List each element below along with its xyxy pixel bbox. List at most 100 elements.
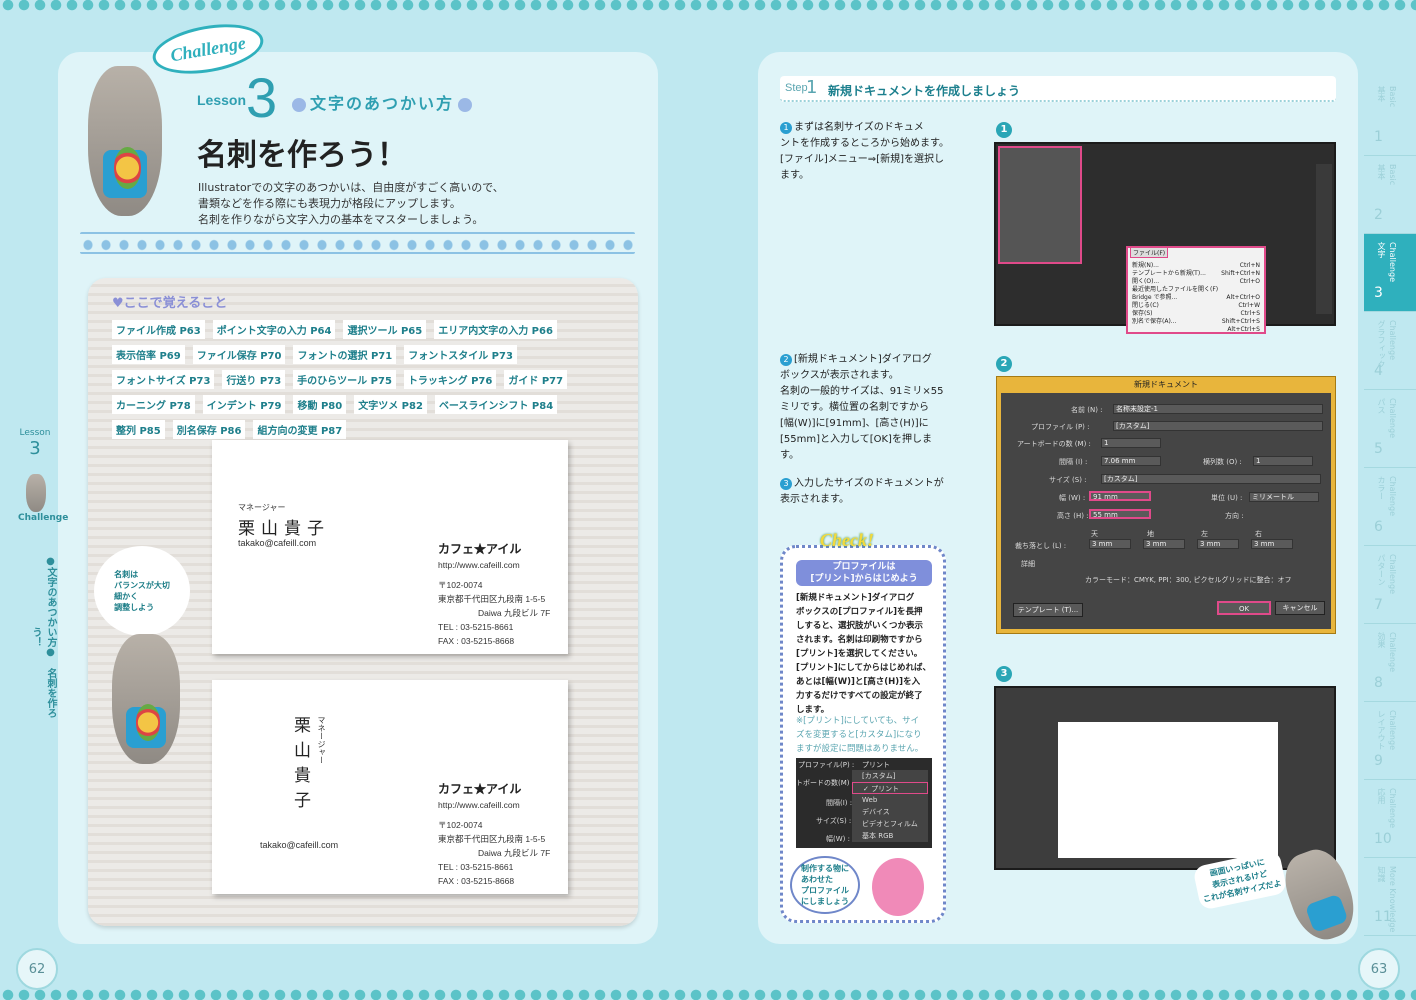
pig-mascot: [872, 858, 924, 916]
card-company: カフェ★アイル: [438, 782, 522, 796]
columns-input[interactable]: 1: [1253, 456, 1313, 466]
card-name: 栗山貴子: [291, 716, 310, 816]
top-border: [0, 0, 1416, 22]
figure-number: 3: [996, 666, 1012, 682]
menu-item[interactable]: 開く(O)... Ctrl+O: [1132, 278, 1260, 286]
profile-option[interactable]: デバイス: [852, 806, 928, 818]
profile-select[interactable]: [カスタム]: [1113, 421, 1323, 431]
topic-tags: ファイル作成 P63 ポイント文字の入力 P64 選択ツール P65 エリア内文字の入…: [112, 320, 592, 439]
chapter-tab[interactable]: Challenge カラー 6: [1364, 468, 1416, 546]
bleed-bottom[interactable]: 3 mm: [1143, 539, 1185, 549]
page-title: 名刺を作ろう！: [197, 138, 407, 173]
topic-tag: 表示倍率 P69: [112, 345, 185, 364]
chapter-tab[interactable]: Challenge 文字 3: [1364, 234, 1416, 312]
topic-tag: 選択ツール P65: [343, 320, 427, 339]
chapter-tab[interactable]: Basic 基本 2: [1364, 156, 1416, 234]
card-role: マネージャー: [317, 716, 326, 764]
topic-tag: 手のひらツール P75: [293, 370, 396, 389]
topic-tag: フォントの選択 P71: [293, 345, 397, 364]
screenshot-new-document: [994, 686, 1336, 870]
profile-option[interactable]: 基本 RGB: [852, 830, 928, 842]
menu-item[interactable]: テンプレートから新規(T)... Shift+Ctrl+N: [1132, 270, 1260, 278]
mascot-image: [88, 66, 162, 216]
profile-option[interactable]: ビデオとフィルム: [852, 818, 928, 830]
menu-item[interactable]: 閉じる(C) Ctrl+W: [1132, 302, 1260, 310]
page-number: 62: [16, 948, 58, 990]
template-button[interactable]: テンプレート (T)...: [1013, 603, 1083, 617]
instruction-3: 3 入力したサイズのドキュメントが 表示されます。: [780, 478, 944, 505]
menu-item[interactable]: Bridge で参照... Alt+Ctrl+O: [1132, 294, 1260, 302]
instruction-2: 2 [新規ドキュメント]ダイアログ ボックスが表示されます。 名刺の一般的サイズは、9…: [780, 354, 944, 461]
profile-option[interactable]: [カスタム]: [852, 770, 928, 782]
menu-item[interactable]: 別名で保存(A)... Shift+Ctrl+S: [1132, 318, 1260, 326]
card-company: カフェ★アイル: [438, 542, 522, 556]
business-card-horizontal: マネージャー 栗山貴子 takako@cafeill.com カフェ★アイル h…: [212, 440, 568, 654]
check-title: Check!: [820, 530, 874, 550]
intro-text: Illustratorでの文字のあつかいは、自由度がすごく高いので、 書類などを作…: [198, 181, 504, 226]
height-input[interactable]: 55 mm: [1089, 509, 1151, 519]
chapter-tab[interactable]: Challenge レイアウト 9: [1364, 702, 1416, 780]
topic-tag: 組方向の変更 P87: [253, 420, 347, 439]
chapter-tab[interactable]: Challenge グラフィック 4: [1364, 312, 1416, 390]
topic-tag: 別名保存 P86: [172, 420, 246, 439]
topic-tag: ポイント文字の入力 P64: [212, 320, 336, 339]
topic-tag: 移動 P80: [293, 395, 347, 414]
chapter-tab[interactable]: Challenge パス 5: [1364, 390, 1416, 468]
topic-tag: 行送り P73: [222, 370, 286, 389]
figure-number: 2: [996, 356, 1012, 372]
bleed-right[interactable]: 3 mm: [1251, 539, 1293, 549]
lesson-subtitle: 文字のあつかい方: [288, 90, 476, 114]
menu-item[interactable]: Alt+Ctrl+S: [1132, 326, 1260, 334]
check-body: [新規ドキュメント]ダイアログ ボックスの[プロファイル]を長押 しすると、選択肢が…: [796, 593, 932, 715]
speech-bubble: 名刺は バランスが大切 細かく 調整しよう: [96, 548, 188, 634]
card-role: マネージャー: [238, 503, 286, 512]
size-select[interactable]: [カスタム]: [1101, 474, 1321, 484]
chapter-tab[interactable]: Challenge 効果 8: [1364, 624, 1416, 702]
ok-button[interactable]: OK: [1217, 601, 1271, 615]
width-input[interactable]: 91 mm: [1089, 491, 1151, 501]
topic-tag: 整列 P85: [112, 420, 165, 439]
topic-tag: トラッキング P76: [403, 370, 497, 389]
topic-tag: フォントサイズ P73: [112, 370, 215, 389]
chapter-tab[interactable]: Challenge パターン 7: [1364, 546, 1416, 624]
cancel-button[interactable]: キャンセル: [1275, 601, 1325, 615]
name-input[interactable]: 名称未設定-1: [1113, 404, 1323, 414]
bleed-left[interactable]: 3 mm: [1197, 539, 1239, 549]
profile-menu-screenshot: プロファイル(P) : プリント トボードの数(M) : 間隔(I) : サイズ…: [796, 758, 932, 848]
lesson-number: 3: [246, 66, 278, 129]
menu-item[interactable]: 新規(N)... Ctrl+N: [1132, 262, 1260, 270]
chapter-tabs: Basic 基本 1 Basic 基本 2 Challenge 文字 3 Challenge グラフ…: [1364, 78, 1416, 936]
topic-tag: 文字ツメ P82: [354, 395, 427, 414]
chapter-tab[interactable]: More Knowledge 知識 11: [1364, 858, 1416, 936]
page-number: 63: [1358, 948, 1400, 990]
card-address: http://www.cafeill.com 〒102-0074 東京都千代田区九…: [438, 800, 551, 886]
side-tab: Lesson 3 Challenge ●文字のあつかい方● 名刺を作ろう！: [18, 428, 69, 718]
card-address: http://www.cafeill.com 〒102-0074 東京都千代田区九…: [438, 560, 551, 646]
chapter-tab[interactable]: Basic 基本 1: [1364, 78, 1416, 156]
chapter-tab[interactable]: Challenge 応用 10: [1364, 780, 1416, 858]
step-header: Step 1 新規ドキュメントを作成しましょう: [780, 76, 1336, 102]
check-bubble: 制作する物に あわせた プロファイル にしましょう: [792, 858, 858, 912]
profile-option[interactable]: Web: [852, 794, 928, 806]
menu-item[interactable]: 保存(S) Ctrl+S: [1132, 310, 1260, 318]
card-email: takako@cafeill.com: [260, 840, 339, 850]
mascot-image: [112, 634, 180, 764]
bottom-border: [0, 978, 1416, 1000]
file-menu-zoom: ファイル(F) 新規(N)... Ctrl+N テンプレートから新規(T)... Sh…: [1126, 246, 1266, 334]
profile-option[interactable]: ✓ プリント: [852, 782, 928, 794]
panel-heading: ♥ここで覚えること: [112, 296, 228, 311]
unit-select[interactable]: ミリメートル: [1249, 492, 1319, 502]
topic-tag: フォントスタイル P73: [404, 345, 517, 364]
bleed-top[interactable]: 3 mm: [1089, 539, 1131, 549]
menu-item[interactable]: 最近使用したファイルを開く(F): [1132, 286, 1260, 294]
topic-tag: インデント P79: [202, 395, 286, 414]
topic-tag: エリア内文字の入力 P66: [434, 320, 557, 339]
card-name: 栗山貴子: [238, 519, 330, 538]
topic-tag: ベースラインシフト P84: [434, 395, 558, 414]
artboards-input[interactable]: 1: [1101, 438, 1161, 448]
instruction-1: 1 まずは名刺サイズのドキュメ ントを作成するところから始めます。 [ファイル]メニュ…: [780, 122, 949, 181]
topic-tag: ファイル保存 P70: [192, 345, 286, 364]
detail-toggle[interactable]: 詳細: [1021, 559, 1035, 569]
spacing-input[interactable]: 7.06 mm: [1101, 456, 1161, 466]
lesson-label: Lesson: [197, 92, 247, 108]
